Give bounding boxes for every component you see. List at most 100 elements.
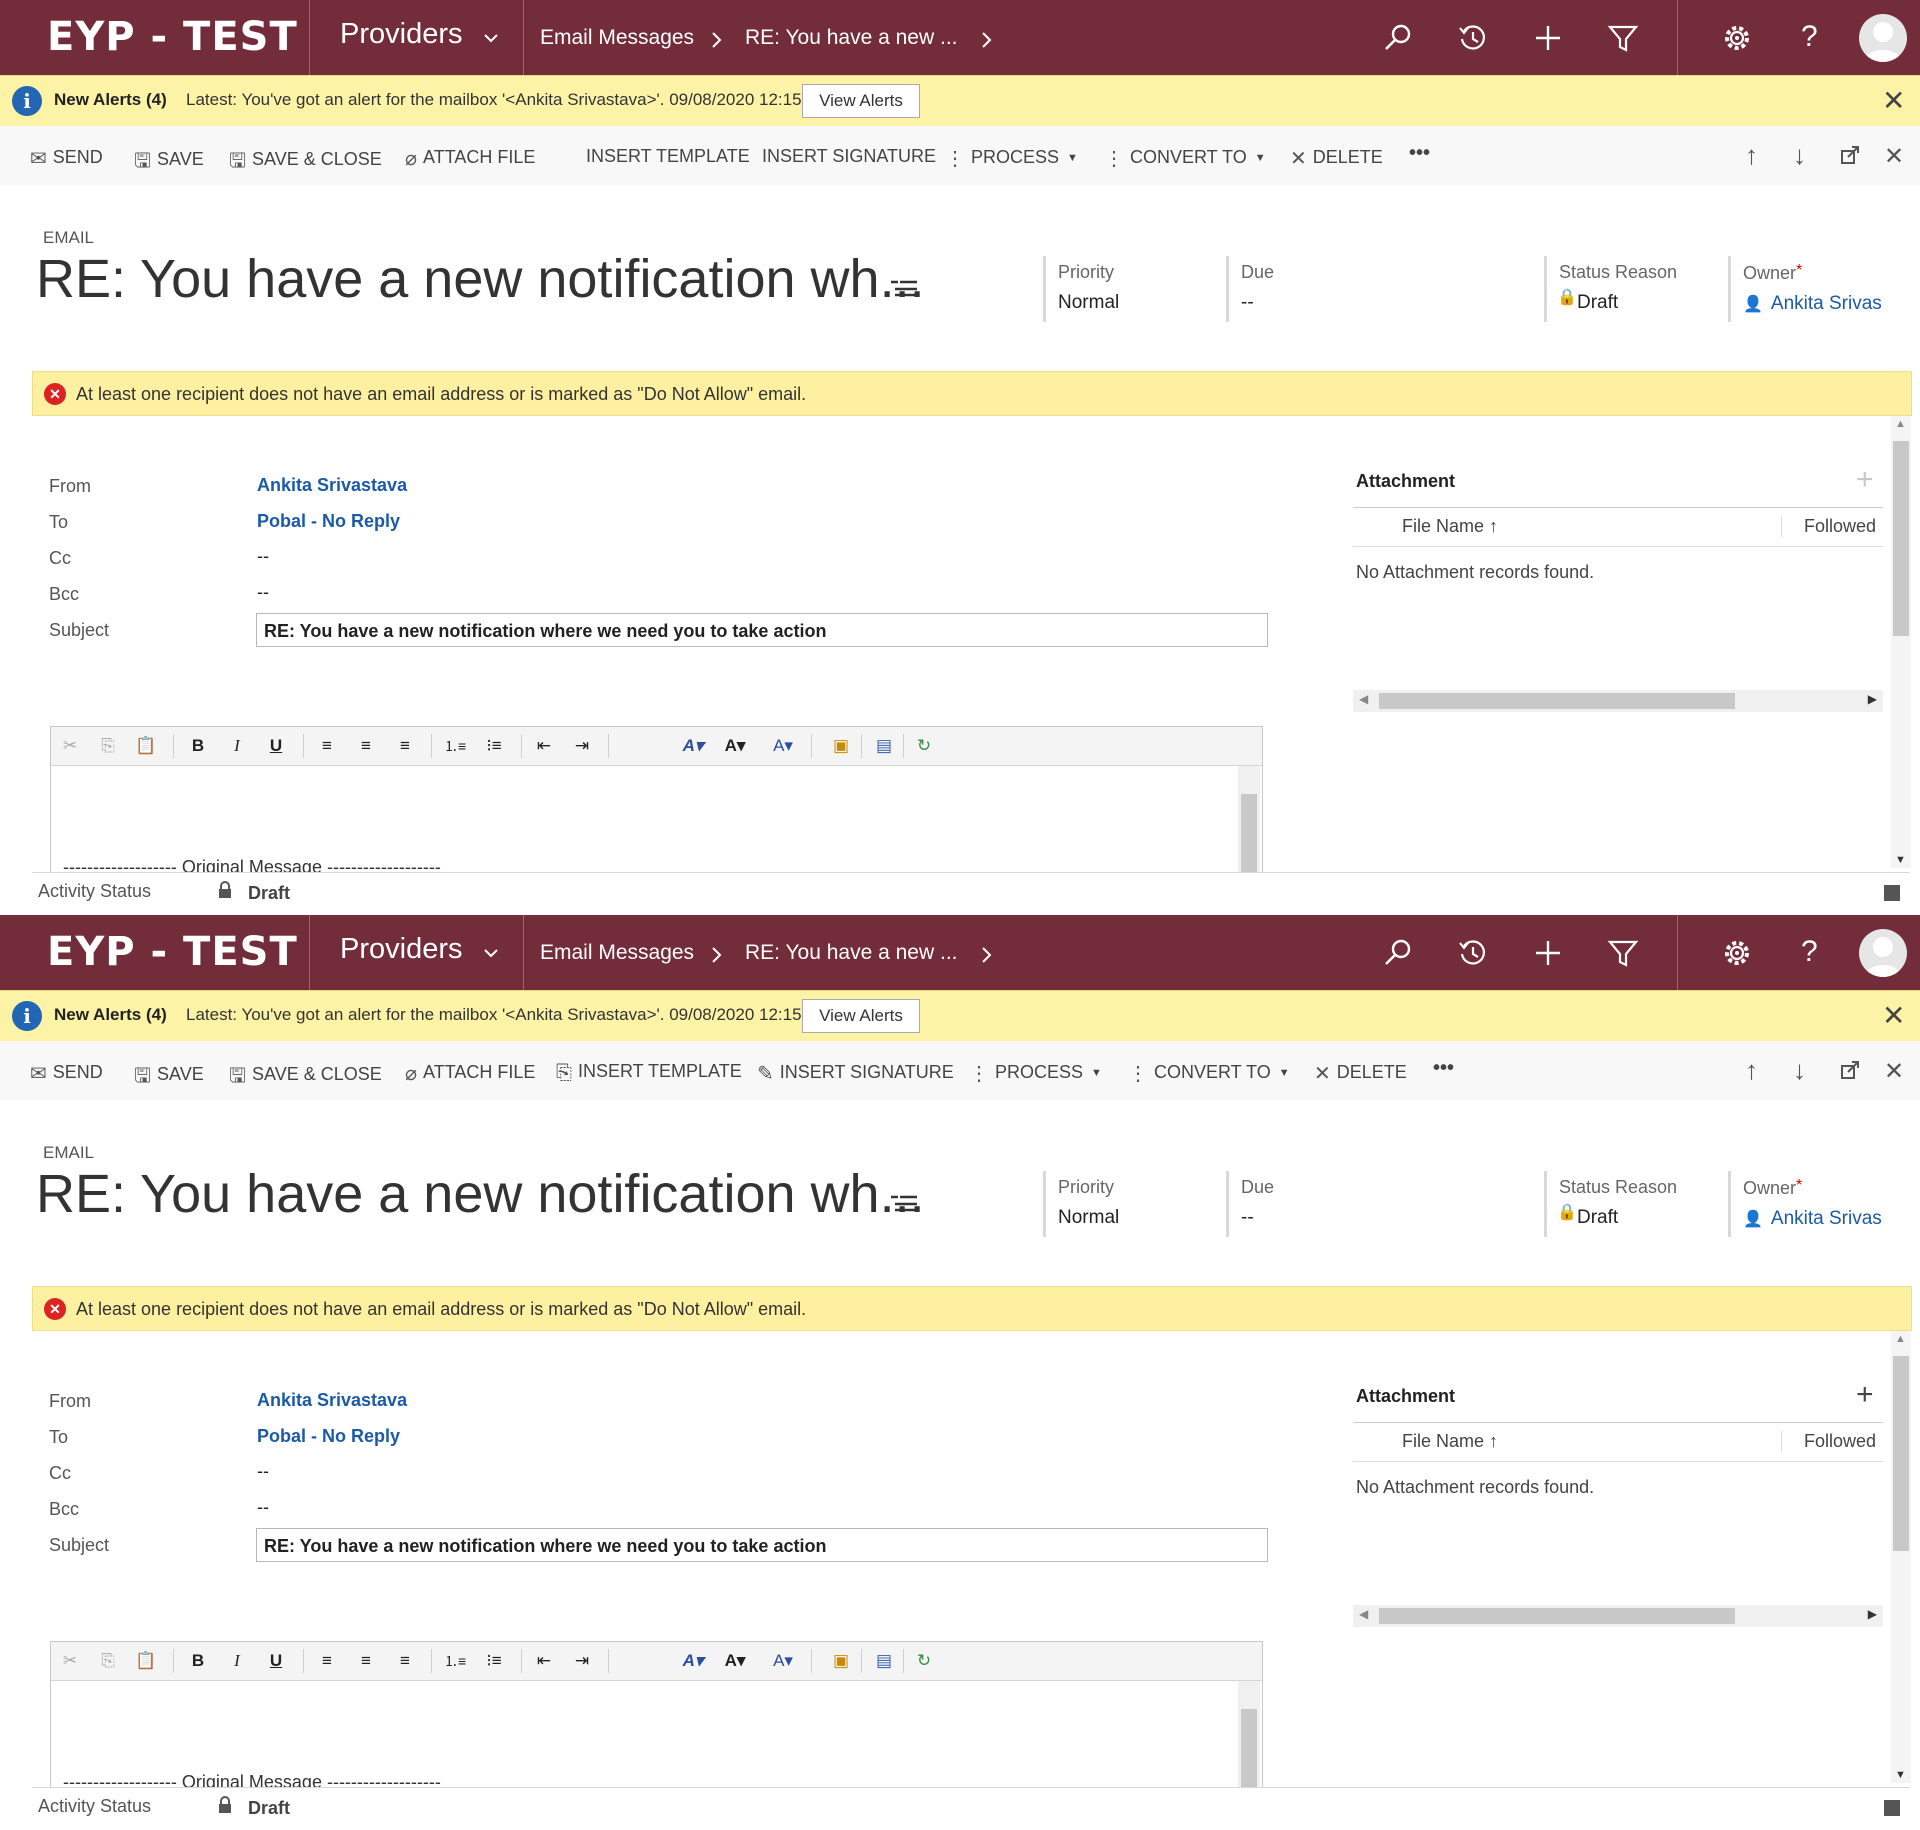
header-due[interactable]: Due -- (1226, 1171, 1274, 1237)
save-and-close-button[interactable]: 🖫 SAVE & CLOSE (229, 1061, 382, 1095)
search-icon[interactable] (1382, 937, 1414, 969)
convert-to-button[interactable]: ⋮ CONVERT TO ▼ (1128, 1061, 1290, 1086)
form-vertical-scrollbar[interactable]: ▲ ▼ (1891, 1331, 1911, 1783)
scroll-down-icon[interactable]: ▼ (1895, 854, 1906, 866)
header-flyout-icon[interactable] (890, 1193, 918, 1215)
font-picker-icon[interactable]: A▾ (669, 735, 717, 757)
from-value-link[interactable]: Ankita Srivastava (257, 1390, 407, 1411)
cc-field[interactable]: -- (257, 1461, 269, 1482)
insert-image-icon[interactable]: ▣ (830, 735, 852, 757)
vertical-scroll-thumb[interactable] (1893, 1356, 1909, 1551)
paste-icon[interactable]: 📋 (135, 1650, 157, 1672)
more-commands-button[interactable]: ••• (1409, 142, 1430, 165)
copy-icon[interactable]: ⎘ (97, 1650, 119, 1672)
open-in-new-window-icon[interactable] (1840, 145, 1860, 165)
convert-to-button[interactable]: ⋮ CONVERT TO ▼ (1104, 146, 1266, 171)
save-and-close-button[interactable]: 🖫 SAVE & CLOSE (229, 146, 382, 180)
font-size-icon[interactable]: A▾ (715, 1650, 755, 1672)
view-alerts-button[interactable]: View Alerts (802, 999, 920, 1033)
arrow-up-icon[interactable]: ↑ (1745, 1055, 1758, 1086)
align-center-icon[interactable]: ≡ (355, 735, 377, 757)
attach-file-button[interactable]: ⌀ ATTACH FILE (405, 146, 535, 171)
chevron-down-icon[interactable] (483, 33, 499, 45)
send-button[interactable]: ✉ SEND (30, 1061, 103, 1086)
help-icon[interactable]: ? (1801, 935, 1818, 969)
app-brand[interactable]: EYP - TEST (47, 14, 298, 60)
insert-image-icon[interactable]: ▣ (830, 1650, 852, 1672)
font-size-icon[interactable]: A▾ (715, 735, 755, 757)
save-status-icon[interactable] (1884, 885, 1900, 901)
insert-template-button[interactable]: INSERT TEMPLATE (586, 146, 750, 167)
open-in-new-window-icon[interactable] (1840, 1060, 1860, 1080)
insert-template-button[interactable]: ⎘ INSERT TEMPLATE (556, 1061, 742, 1085)
underline-icon[interactable]: U (265, 735, 287, 757)
cc-field[interactable]: -- (257, 546, 269, 567)
header-owner[interactable]: Owner* 👤 Ankita Srivas (1728, 1171, 1893, 1237)
scroll-left-icon[interactable]: ◀ (1359, 1607, 1368, 1621)
clear-formatting-icon[interactable]: ↻ (913, 1650, 935, 1672)
recent-history-icon[interactable] (1457, 22, 1489, 54)
save-button[interactable]: 🖫 SAVE (134, 146, 204, 180)
underline-icon[interactable]: U (265, 1650, 287, 1672)
filter-icon[interactable] (1607, 22, 1639, 54)
header-owner[interactable]: Owner* 👤 Ankita Srivas (1728, 256, 1893, 322)
app-brand[interactable]: EYP - TEST (47, 929, 298, 975)
breadcrumb-current-record[interactable]: RE: You have a new ... (745, 26, 957, 50)
recent-history-icon[interactable] (1457, 937, 1489, 969)
attachment-horizontal-scrollbar[interactable]: ◀ ▶ (1353, 1605, 1883, 1627)
user-avatar[interactable] (1859, 14, 1907, 62)
vertical-scroll-thumb[interactable] (1893, 441, 1909, 636)
increase-indent-icon[interactable]: ⇥ (571, 1650, 593, 1672)
breadcrumb-current-record[interactable]: RE: You have a new ... (745, 941, 957, 965)
delete-button[interactable]: ✕ DELETE (1314, 1061, 1407, 1086)
close-form-icon[interactable]: ✕ (1884, 1057, 1904, 1086)
font-picker-icon[interactable]: A▾ (669, 1650, 717, 1672)
bulleted-list-icon[interactable]: ⁝≡ (483, 735, 505, 757)
owner-value[interactable]: 👤 Ankita Srivas (1743, 293, 1893, 315)
italic-icon[interactable]: I (226, 1650, 248, 1672)
scroll-up-icon[interactable]: ▲ (1895, 418, 1906, 430)
plus-icon[interactable] (1532, 22, 1564, 54)
scroll-down-icon[interactable]: ▼ (1895, 1769, 1906, 1781)
breadcrumb-email-messages[interactable]: Email Messages (540, 941, 694, 965)
attachment-horizontal-scrollbar[interactable]: ◀ ▶ (1353, 690, 1883, 712)
horizontal-scroll-thumb[interactable] (1379, 1608, 1735, 1624)
chevron-right-icon[interactable] (981, 946, 993, 964)
subject-input[interactable]: RE: You have a new notification where we… (256, 613, 1268, 647)
bold-icon[interactable]: B (187, 735, 209, 757)
plus-icon[interactable] (1532, 937, 1564, 969)
decrease-indent-icon[interactable]: ⇤ (533, 735, 555, 757)
followed-column-header[interactable]: Followed (1781, 516, 1876, 537)
to-value-link[interactable]: Pobal - No Reply (257, 1426, 400, 1447)
file-name-column-header[interactable]: File Name ↑ (1402, 1431, 1498, 1452)
align-right-icon[interactable]: ≡ (394, 735, 416, 757)
process-button[interactable]: ⋮ PROCESS ▼ (969, 1061, 1102, 1086)
align-left-icon[interactable]: ≡ (316, 1650, 338, 1672)
numbered-list-icon[interactable]: ⒈≡ (444, 735, 466, 757)
scroll-right-icon[interactable]: ▶ (1868, 1607, 1877, 1621)
insert-signature-button[interactable]: INSERT SIGNATURE (762, 146, 936, 167)
subject-input[interactable]: RE: You have a new notification where we… (256, 1528, 1268, 1562)
send-button[interactable]: ✉ SEND (30, 146, 103, 171)
scroll-up-icon[interactable]: ▲ (1895, 1333, 1906, 1345)
italic-icon[interactable]: I (226, 735, 248, 757)
close-form-icon[interactable]: ✕ (1884, 142, 1904, 171)
horizontal-scroll-thumb[interactable] (1379, 693, 1735, 709)
from-value-link[interactable]: Ankita Srivastava (257, 475, 407, 496)
numbered-list-icon[interactable]: ⒈≡ (444, 1650, 466, 1672)
area-switcher[interactable]: Providers (340, 18, 463, 51)
view-alerts-button[interactable]: View Alerts (802, 84, 920, 118)
cut-icon[interactable]: ✂ (59, 735, 81, 757)
increase-indent-icon[interactable]: ⇥ (571, 735, 593, 757)
chevron-down-icon[interactable] (483, 948, 499, 960)
bold-icon[interactable]: B (187, 1650, 209, 1672)
insert-signature-button[interactable]: ✎ INSERT SIGNATURE (757, 1061, 954, 1086)
arrow-up-icon[interactable]: ↑ (1745, 140, 1758, 171)
header-due[interactable]: Due -- (1226, 256, 1274, 322)
save-status-icon[interactable] (1884, 1800, 1900, 1816)
bcc-field[interactable]: -- (257, 1497, 269, 1518)
add-attachment-icon[interactable]: + (1856, 463, 1874, 497)
save-button[interactable]: 🖫 SAVE (134, 1061, 204, 1095)
close-icon[interactable]: ✕ (1882, 999, 1905, 1032)
delete-button[interactable]: ✕ DELETE (1290, 146, 1383, 171)
